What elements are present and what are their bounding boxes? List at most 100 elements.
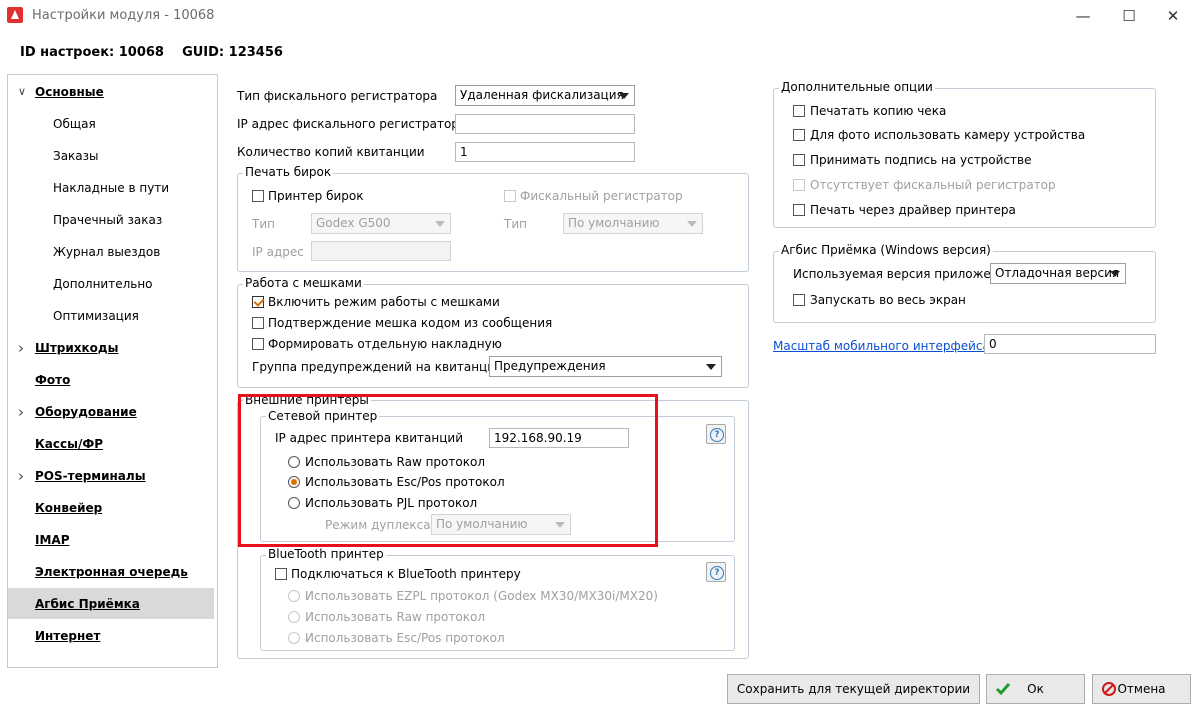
bags-enable-checkbox[interactable]: [252, 296, 264, 308]
sidebar-item-label: Накладные в пути: [53, 180, 170, 195]
camera-checkbox[interactable]: [793, 129, 805, 141]
tag-printer-checkbox[interactable]: [252, 190, 264, 202]
title-bar: Настройки модуля - 10068 — ☐ ✕: [0, 0, 1202, 32]
sidebar-item[interactable]: Кассы/ФР: [8, 428, 214, 459]
sidebar-item[interactable]: Накладные в пути: [8, 172, 214, 203]
sidebar-item-label: Оптимизация: [53, 308, 139, 323]
bags-enable-label: Включить режим работы с мешками: [268, 295, 500, 309]
sidebar-item[interactable]: Прачечный заказ: [8, 204, 214, 235]
save-directory-button[interactable]: Сохранить для текущей директории: [727, 674, 980, 704]
bt-escpos-radio[interactable]: [288, 632, 300, 644]
chevron-down-icon: [1110, 271, 1120, 277]
sidebar-item-label: Общая: [53, 116, 96, 131]
warn-group-select[interactable]: Предупреждения: [489, 356, 722, 377]
window-title: Настройки модуля - 10068: [32, 8, 215, 23]
camera-label: Для фото использовать камеру устройства: [810, 128, 1086, 142]
sidebar-item-label: Журнал выездов: [53, 244, 161, 259]
sidebar-item-label: Фото: [35, 372, 71, 387]
fiscal-reg-checkbox[interactable]: [504, 190, 516, 202]
cancel-button[interactable]: Отмена: [1092, 674, 1191, 704]
sidebar-item[interactable]: Заказы: [8, 140, 214, 171]
chevron-down-icon: [619, 93, 629, 99]
signature-checkbox[interactable]: [793, 154, 805, 166]
sidebar-item-label: Интернет: [35, 628, 101, 643]
sidebar-item[interactable]: Фото: [8, 364, 214, 395]
sidebar-item[interactable]: › Оборудование: [8, 396, 214, 427]
network-help-button[interactable]: ?: [706, 424, 726, 444]
cancel-icon: [1102, 682, 1116, 696]
tags-print-title: Печать бирок: [243, 165, 334, 179]
sidebar-item[interactable]: Электронная очередь: [8, 556, 214, 587]
fiscal-type-select[interactable]: Удаленная фискализация: [455, 85, 635, 106]
copies-label: Количество копий квитанции: [237, 145, 425, 159]
bags-confirm-checkbox[interactable]: [252, 317, 264, 329]
sidebar-item[interactable]: Интернет: [8, 620, 214, 651]
bags-separate-label: Формировать отдельную накладную: [268, 337, 502, 351]
tag-type2-label: Тип: [504, 217, 527, 231]
agbis-windows-group: [773, 251, 1156, 323]
chevron-right-icon[interactable]: ›: [18, 403, 24, 421]
fullscreen-checkbox[interactable]: [793, 294, 805, 306]
warn-group-label: Группа предупреждений на квитанции: [252, 360, 503, 374]
app-version-select[interactable]: Отладочная версия: [990, 263, 1126, 284]
tag-printer-label: Принтер бирок: [268, 189, 364, 203]
sidebar-item[interactable]: Конвейер: [8, 492, 214, 523]
mobile-scale-input[interactable]: 0: [984, 334, 1156, 354]
help-icon: ?: [710, 566, 724, 580]
bags-separate-checkbox[interactable]: [252, 338, 264, 350]
sidebar-item[interactable]: Журнал выездов: [8, 236, 214, 267]
warn-group-value: Предупреждения: [494, 359, 606, 373]
signature-label: Принимать подпись на устройстве: [810, 153, 1032, 167]
sidebar-item[interactable]: › POS-терминалы: [8, 460, 214, 491]
sidebar-item-label: Агбис Приёмка: [35, 596, 140, 611]
bluetooth-connect-label: Подключаться к BlueTooth принтеру: [291, 567, 521, 581]
sidebar-item-label: Штрихкоды: [35, 340, 119, 355]
bt-raw-radio[interactable]: [288, 611, 300, 623]
print-copy-checkbox[interactable]: [793, 105, 805, 117]
chevron-right-icon[interactable]: ›: [18, 339, 24, 357]
sidebar-item[interactable]: IMAP: [8, 524, 214, 555]
save-directory-label: Сохранить для текущей директории: [736, 682, 971, 696]
app-version-label: Используемая версия приложения: [793, 267, 1014, 281]
bluetooth-help-button[interactable]: ?: [706, 562, 726, 582]
no-fiscal-checkbox[interactable]: [793, 179, 805, 191]
copies-input[interactable]: 1: [455, 142, 635, 162]
sidebar-item[interactable]: › Штрихкоды: [8, 332, 214, 363]
tag-type-select[interactable]: Godex G500: [311, 213, 451, 234]
bluetooth-connect-checkbox[interactable]: [275, 568, 287, 580]
fiscal-reg-label: Фискальный регистратор: [520, 189, 683, 203]
sidebar-item-label: Кассы/ФР: [35, 436, 104, 451]
fiscal-type-value: Удаленная фискализация: [460, 88, 624, 102]
tag-ip-input[interactable]: [311, 241, 451, 261]
ok-button[interactable]: Ок: [986, 674, 1085, 704]
ezpl-label: Использовать EZPL протокол (Godex MX30/M…: [305, 589, 658, 603]
bags-title: Работа с мешками: [243, 276, 364, 290]
driver-label: Печать через драйвер принтера: [810, 203, 1016, 217]
chevron-down-icon[interactable]: ∨: [18, 85, 26, 98]
ezpl-radio[interactable]: [288, 590, 300, 602]
driver-checkbox[interactable]: [793, 204, 805, 216]
maximize-button[interactable]: ☐: [1106, 0, 1152, 31]
bt-escpos-label: Использовать Esc/Pos протокол: [305, 631, 505, 645]
fiscal-ip-input[interactable]: [455, 114, 635, 134]
print-copy-label: Печатать копию чека: [810, 104, 947, 118]
tag-type-value: Godex G500: [316, 216, 391, 230]
chevron-right-icon[interactable]: ›: [18, 467, 24, 485]
checkmark-icon: [995, 683, 1011, 696]
sidebar-item[interactable]: Общая: [8, 108, 214, 139]
mobile-scale-link[interactable]: Масштаб мобильного интерфейса: [773, 339, 990, 353]
sidebar-item[interactable]: Агбис Приёмка: [8, 588, 214, 619]
tag-type2-select[interactable]: По умолчанию: [563, 213, 703, 234]
sidebar-item[interactable]: Дополнительно: [8, 268, 214, 299]
bluetooth-printer-title: BlueTooth принтер: [266, 547, 386, 561]
sidebar-item[interactable]: Оптимизация: [8, 300, 214, 331]
ok-label: Ок: [1027, 682, 1044, 696]
minimize-button[interactable]: —: [1060, 0, 1106, 31]
fullscreen-label: Запускать во весь экран: [810, 293, 966, 307]
sidebar-item-label: Прачечный заказ: [53, 212, 163, 227]
bt-raw-label: Использовать Raw протокол: [305, 610, 485, 624]
close-button[interactable]: ✕: [1150, 0, 1196, 31]
highlight-frame: [238, 394, 658, 547]
chevron-down-icon: [706, 364, 716, 370]
sidebar-item[interactable]: ∨ Основные: [8, 76, 214, 107]
